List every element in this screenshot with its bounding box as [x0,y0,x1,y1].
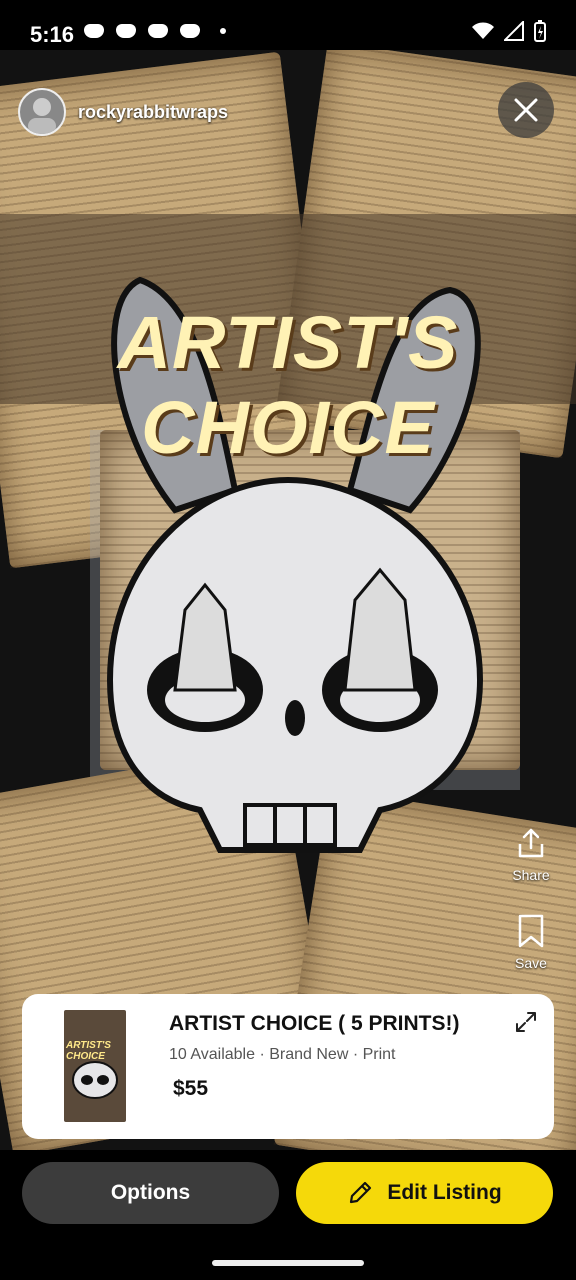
bunny-skull-illustration [106,276,484,853]
username[interactable]: rockyrabbitwraps [78,102,228,123]
close-button[interactable] [498,82,554,138]
listing-details: 10 Available · Brand New · Print [169,1046,396,1063]
system-icons [472,20,546,42]
pencil-icon [350,1181,372,1204]
discord-icon [84,24,104,38]
status-bar: 5:16 [0,0,576,70]
edit-listing-label: Edit Listing [387,1181,502,1204]
options-label: Options [110,1181,191,1204]
discord-icon [180,24,200,38]
share-icon [518,828,544,858]
listing-price: $55 [173,1077,209,1100]
signal-icon [504,21,524,41]
listing-thumbnail[interactable]: ARTIST'S CHOICE [64,1010,126,1122]
save-button[interactable]: Save [501,914,561,971]
expand-icon[interactable] [514,1010,538,1034]
avatar[interactable] [18,88,66,136]
battery-icon [534,20,546,42]
notification-icons [84,24,226,38]
share-button[interactable]: Share [501,826,561,883]
close-icon [514,98,538,122]
thumbnail-title: ARTIST'S CHOICE [66,1040,111,1062]
home-indicator[interactable] [212,1260,364,1266]
discord-icon [148,24,168,38]
edit-listing-button[interactable]: Edit Listing [296,1162,553,1224]
options-button[interactable]: Options [22,1162,279,1224]
status-time: 5:16 [30,22,75,47]
listing-title: ARTIST CHOICE ( 5 PRINTS!) [169,1012,460,1035]
more-notifications-icon [220,28,226,34]
save-label: Save [515,955,547,971]
bookmark-icon [518,914,544,948]
share-label: Share [512,867,550,883]
discord-icon [116,24,136,38]
banner-title: ARTIST'S CHOICE [117,301,459,469]
listing-card[interactable]: ARTIST'S CHOICE ARTIST CHOICE ( 5 PRINTS… [22,994,554,1139]
post-author[interactable]: rockyrabbitwraps [18,88,228,136]
wifi-icon [472,22,494,39]
